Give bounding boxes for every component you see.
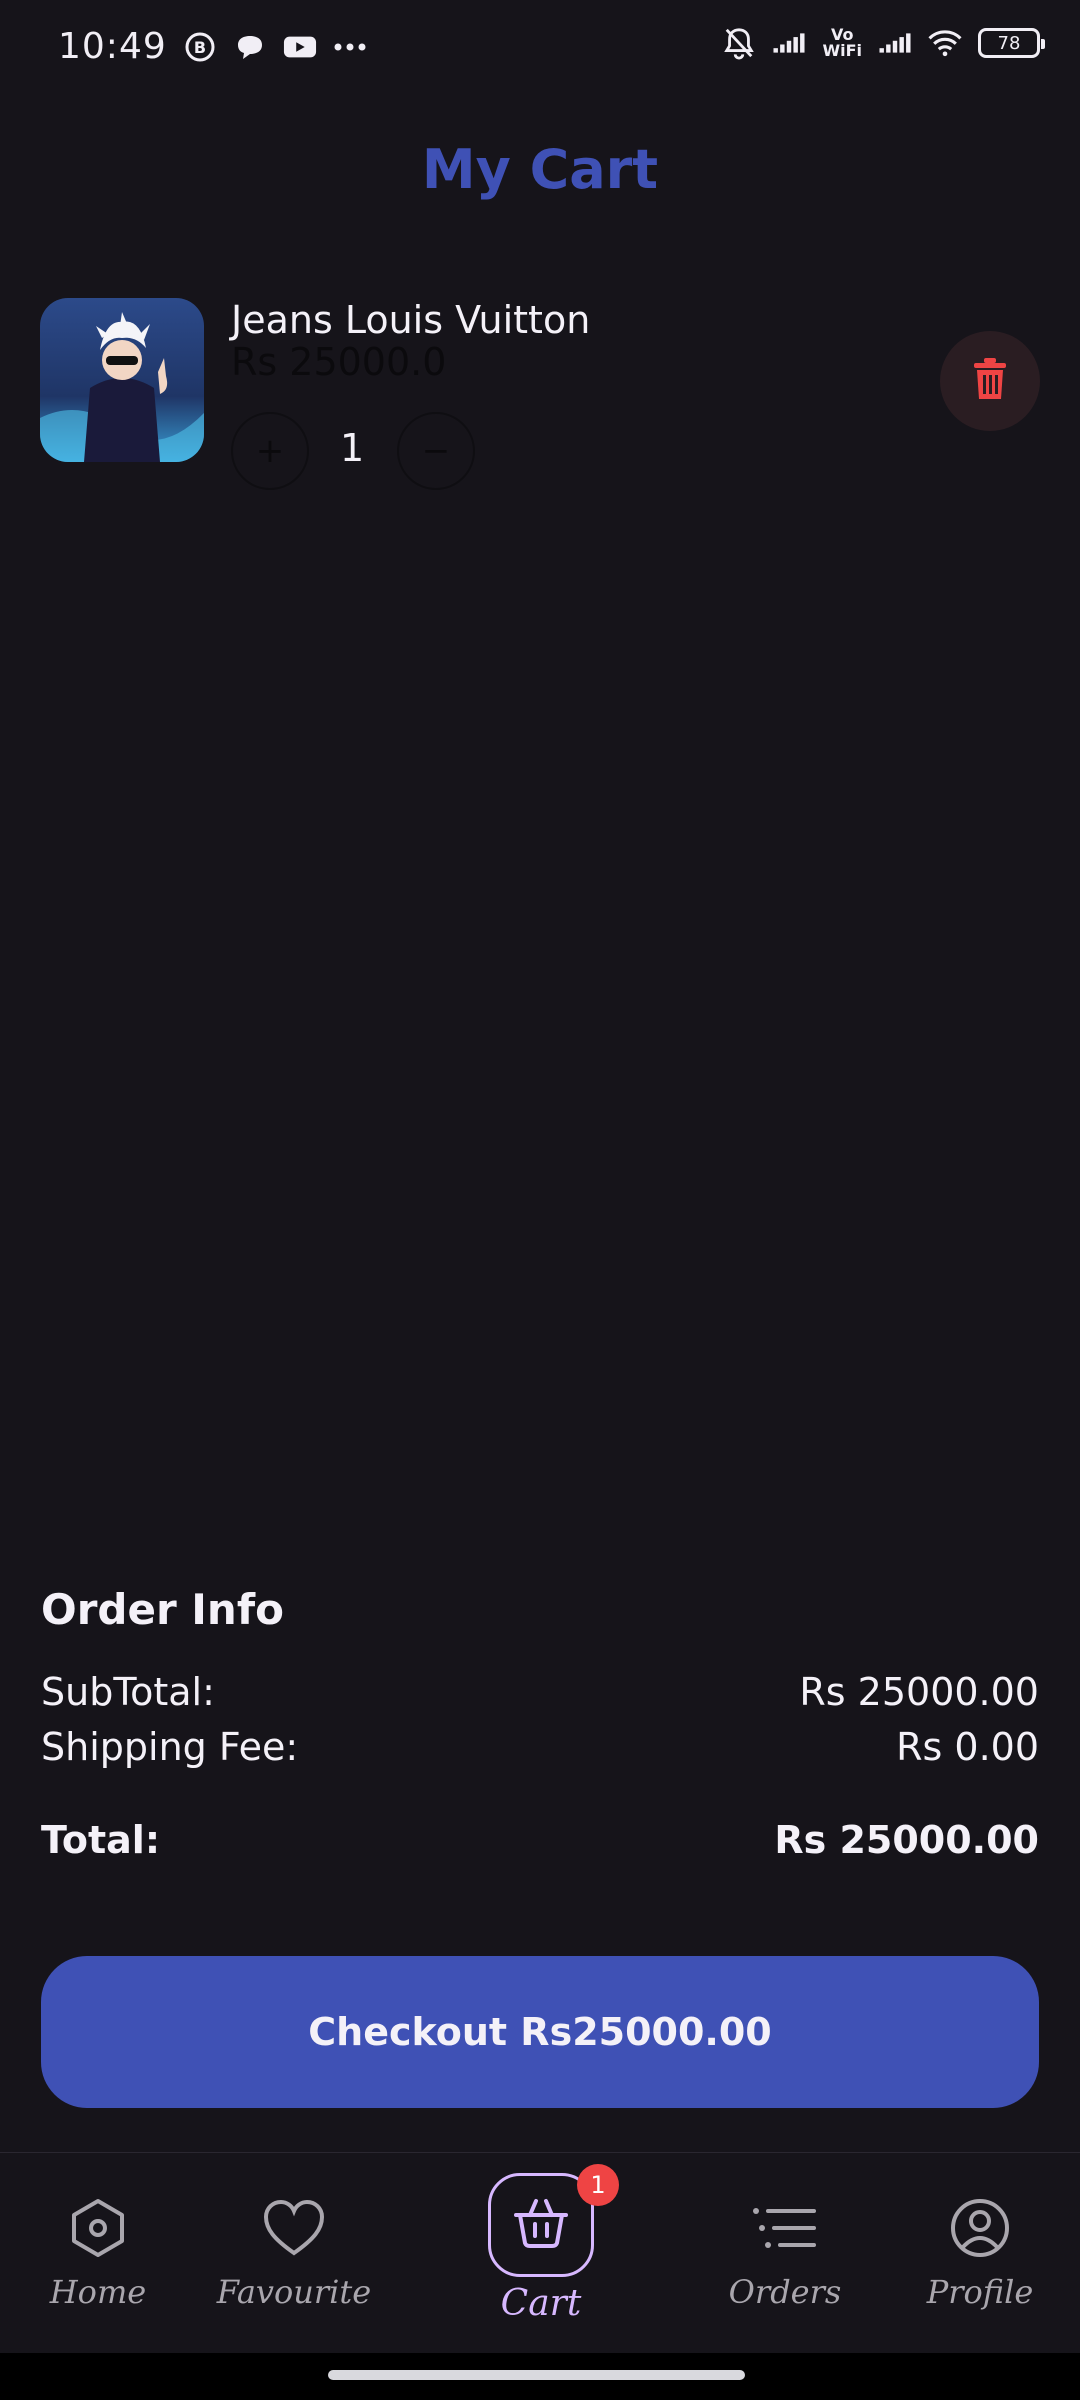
user-profile-icon	[945, 2193, 1015, 2263]
nav-favourite[interactable]: Favourite	[214, 2193, 374, 2311]
nav-orders-label: Orders	[728, 2273, 842, 2311]
nav-home-label: Home	[49, 2273, 147, 2311]
cart-item: Jeans Louis Vuitton Rs 25000.0 + 1 −	[40, 298, 1040, 498]
delete-item-button[interactable]	[940, 331, 1040, 431]
shipping-value: Rs 0.00	[896, 1725, 1039, 1769]
nav-home[interactable]: Home	[40, 2193, 156, 2311]
basket-icon	[512, 2197, 570, 2253]
status-right: Vo WiFi 78	[722, 26, 1045, 60]
more-dots-icon	[333, 30, 367, 64]
product-name: Jeans Louis Vuitton	[231, 298, 591, 342]
chat-bubble-icon	[233, 30, 267, 64]
signal-strength-2-icon	[878, 26, 912, 60]
home-icon	[63, 2193, 133, 2263]
total-value: Rs 25000.00	[774, 1818, 1039, 1862]
cart-count-badge: 1	[577, 2164, 619, 2206]
shipping-label: Shipping Fee:	[41, 1725, 299, 1769]
cart-icon-box: 1	[488, 2164, 619, 2277]
nav-orders[interactable]: Orders	[720, 2193, 850, 2311]
subtotal-value: Rs 25000.00	[799, 1670, 1039, 1714]
shipping-row: Shipping Fee: Rs 0.00	[41, 1725, 1039, 1769]
trash-icon	[972, 357, 1008, 405]
status-time: 10:49	[58, 26, 167, 67]
vowifi-indicator: Vo WiFi	[822, 27, 862, 59]
nav-profile-label: Profile	[926, 2273, 1034, 2311]
bell-muted-icon	[722, 26, 756, 60]
list-icon	[750, 2193, 820, 2263]
subtotal-label: SubTotal:	[41, 1670, 215, 1714]
status-bar: 10:49 B Vo WiFi 78	[0, 0, 1080, 100]
battery-icon: 78	[978, 28, 1045, 58]
page-title: My Cart	[421, 138, 659, 201]
total-row: Total: Rs 25000.00	[41, 1818, 1039, 1862]
svg-text:B: B	[194, 38, 206, 57]
battery-level: 78	[997, 32, 1021, 54]
status-left: 10:49 B	[58, 26, 367, 67]
checkout-button[interactable]: Checkout Rs25000.00	[41, 1956, 1039, 2108]
wifi-icon	[928, 26, 962, 60]
bottom-nav: Home Favourite 1 Cart Orders Profile	[0, 2152, 1080, 2353]
youtube-icon	[283, 30, 317, 64]
nav-cart[interactable]: 1 Cart	[486, 2164, 619, 2324]
product-price: Rs 25000.0	[231, 340, 447, 384]
total-label: Total:	[41, 1818, 161, 1862]
nav-cart-label: Cart	[500, 2283, 582, 2324]
b-notification-icon: B	[183, 30, 217, 64]
product-image[interactable]	[40, 298, 204, 462]
subtotal-row: SubTotal: Rs 25000.00	[41, 1670, 1039, 1714]
vowifi-line2: WiFi	[822, 41, 862, 60]
quantity-value: 1	[340, 426, 365, 470]
signal-strength-icon	[772, 26, 806, 60]
nav-profile[interactable]: Profile	[920, 2193, 1040, 2311]
home-indicator[interactable]	[328, 2370, 745, 2380]
heart-icon	[259, 2193, 329, 2263]
nav-favourite-label: Favourite	[216, 2273, 372, 2311]
quantity-decrease-button[interactable]: −	[397, 412, 475, 490]
order-info-title: Order Info	[41, 1585, 284, 1634]
quantity-increase-button[interactable]: +	[231, 412, 309, 490]
